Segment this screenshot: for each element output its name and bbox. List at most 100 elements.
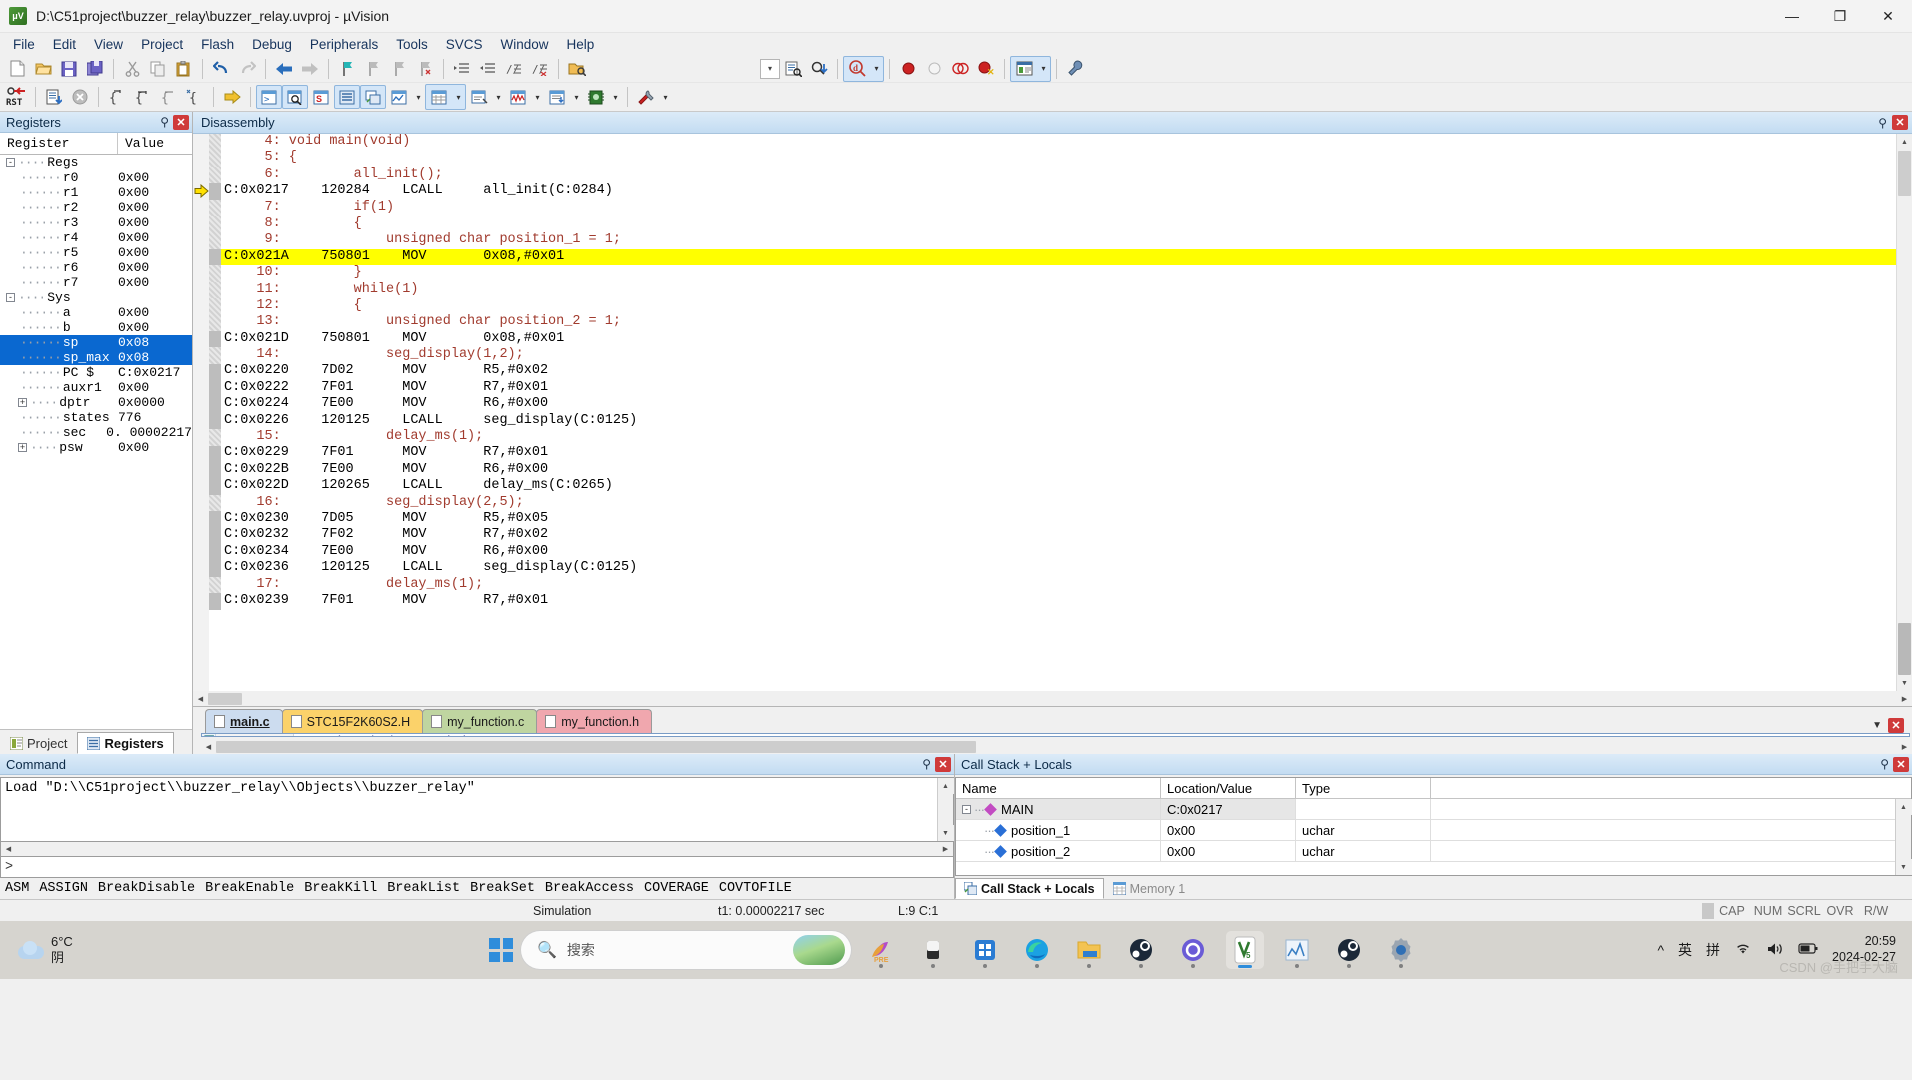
command-vscrollbar[interactable]: ▲ ▼: [937, 778, 954, 841]
column-header-value[interactable]: Value: [118, 133, 192, 154]
gutter-cell[interactable]: [209, 527, 221, 544]
step-over-icon[interactable]: { }: [130, 85, 156, 109]
source-line[interactable]: 7: if(1): [221, 200, 1896, 216]
command-output[interactable]: Load "D:\\C51project\\buzzer_relay\\Obje…: [0, 777, 954, 842]
kill-all-breakpoints-icon[interactable]: ✕: [973, 57, 999, 81]
taskbar-app-edge[interactable]: [1018, 931, 1056, 969]
watch-windows-icon[interactable]: [386, 85, 412, 109]
call-stack-location[interactable]: C:0x0217: [1161, 799, 1296, 819]
source-line[interactable]: 6: all_init();: [221, 167, 1896, 183]
expand-twisty-icon[interactable]: +: [18, 398, 27, 407]
taskbar-app-steam[interactable]: [1122, 931, 1160, 969]
incremental-find-icon[interactable]: [806, 57, 832, 81]
gutter-cell[interactable]: [209, 281, 221, 298]
scroll-right-icon[interactable]: ▶: [1897, 739, 1912, 754]
taskbar-app-file-explorer-dark[interactable]: [914, 931, 952, 969]
collapse-twisty-icon[interactable]: -: [962, 804, 971, 814]
disassembly-line[interactable]: C:0x0220 7D02 MOV R5,#0x02: [221, 363, 1896, 379]
gutter-cell[interactable]: [209, 462, 221, 479]
source-line[interactable]: 9: unsigned char position_1 = 1;: [221, 232, 1896, 248]
cmd-button-breakset[interactable]: BreakSet: [465, 881, 540, 896]
hscroll-thumb[interactable]: [208, 692, 242, 705]
call-stack-grid[interactable]: Name Location/Value Type - ··· MAIN C:0x021…: [955, 777, 1912, 876]
editor-close-icon[interactable]: ✕: [1888, 718, 1904, 733]
source-line[interactable]: 16: seg_display(2,5);: [221, 495, 1896, 511]
source-line[interactable]: 13: unsigned char position_2 = 1;: [221, 314, 1896, 330]
search-combo-icon[interactable]: ▾: [760, 58, 780, 79]
column-header-type[interactable]: Type: [1296, 778, 1431, 798]
tab-project[interactable]: Project: [0, 732, 77, 754]
system-viewer-dropdown-icon[interactable]: ▾: [609, 85, 622, 109]
cut-icon[interactable]: [119, 57, 145, 81]
tab-registers[interactable]: Registers: [77, 732, 174, 754]
cmd-button-breakkill[interactable]: BreakKill: [299, 881, 382, 896]
gutter-cell[interactable]: [209, 183, 221, 200]
bookmark-prev-icon[interactable]: [360, 57, 386, 81]
tray-expand-icon[interactable]: ^: [1657, 942, 1664, 958]
gutter-cell[interactable]: [209, 330, 221, 348]
analysis-windows-icon[interactable]: [505, 85, 531, 109]
command-input[interactable]: >: [0, 857, 954, 878]
gutter-cell[interactable]: [209, 363, 221, 380]
register-row[interactable]: ······ sec 0. 00002217: [0, 425, 192, 440]
cmd-button-breakdisable[interactable]: BreakDisable: [93, 881, 200, 896]
trace-windows-group[interactable]: ▾: [544, 85, 583, 109]
register-row[interactable]: ······ b 0x00: [0, 320, 192, 335]
editor-tab-my-function-h[interactable]: my_function.h: [536, 709, 653, 733]
disassembly-line[interactable]: C:0x0230 7D05 MOV R5,#0x05: [221, 511, 1896, 527]
source-line[interactable]: 11: while(1): [221, 282, 1896, 298]
cmd-button-asm[interactable]: ASM: [0, 881, 34, 896]
comment-icon[interactable]: //: [501, 57, 527, 81]
bookmark-next-icon[interactable]: [386, 57, 412, 81]
indent-icon[interactable]: [449, 57, 475, 81]
taskbar-app-circle[interactable]: [1174, 931, 1212, 969]
navigate-back-icon[interactable]: [271, 57, 297, 81]
editor-hscrollbar[interactable]: ◀ ▶: [201, 739, 1912, 754]
register-row[interactable]: ······ sp 0x08: [0, 335, 192, 350]
memory-windows-group[interactable]: ▾: [425, 84, 466, 110]
analysis-dropdown-icon[interactable]: ▾: [531, 85, 544, 109]
minimize-button[interactable]: —: [1768, 0, 1816, 33]
cmd-button-breakenable[interactable]: BreakEnable: [200, 881, 299, 896]
gutter-cell[interactable]: [209, 560, 221, 577]
open-project-icon[interactable]: [564, 57, 590, 81]
menu-flash[interactable]: Flash: [192, 35, 243, 54]
column-header-location[interactable]: Location/Value: [1161, 778, 1296, 798]
gutter-cell[interactable]: [209, 314, 221, 331]
gutter-cell[interactable]: [209, 429, 221, 446]
call-stack-vscrollbar[interactable]: ▲ ▼: [1895, 799, 1912, 875]
taskbar-search-box[interactable]: 🔍 搜索: [521, 931, 851, 969]
register-row[interactable]: ······ a 0x00: [0, 305, 192, 320]
tab-memory-1[interactable]: Memory 1: [1104, 878, 1195, 899]
scroll-left-icon[interactable]: ◀: [201, 739, 216, 754]
call-stack-row[interactable]: ··· position_2 0x00 uchar: [956, 841, 1911, 862]
memory-windows-icon[interactable]: [426, 85, 452, 109]
column-header-register[interactable]: Register: [0, 133, 118, 154]
system-viewer-group[interactable]: ▾: [583, 85, 622, 109]
bookmark-clear-icon[interactable]: [412, 57, 438, 81]
trace-dropdown-icon[interactable]: ▾: [570, 85, 583, 109]
run-to-cursor-icon[interactable]: { }: [182, 85, 208, 109]
register-row[interactable]: ······ r2 0x00: [0, 200, 192, 215]
editor-tab-my-function-c[interactable]: my_function.c: [422, 709, 538, 733]
menu-edit[interactable]: Edit: [44, 35, 85, 54]
registers-window-icon[interactable]: [334, 85, 360, 109]
register-row[interactable]: ······ r0 0x00: [0, 170, 192, 185]
debug-session-group[interactable]: d ▾: [843, 55, 884, 82]
source-line[interactable]: 15: delay_ms(1);: [221, 429, 1896, 445]
source-line[interactable]: 4: void main(void): [221, 134, 1896, 150]
trace-windows-icon[interactable]: [544, 85, 570, 109]
bookmark-toggle-icon[interactable]: [334, 57, 360, 81]
scroll-up-icon[interactable]: ▲: [937, 778, 954, 794]
gutter-cell[interactable]: [209, 199, 221, 216]
register-row[interactable]: ······ r6 0x00: [0, 260, 192, 275]
reset-cpu-icon[interactable]: RST: [4, 85, 30, 109]
editor-tabs-overflow-icon[interactable]: ▼: [1872, 720, 1882, 731]
register-row[interactable]: ······ r1 0x00: [0, 185, 192, 200]
volume-icon[interactable]: [1766, 942, 1784, 959]
register-row[interactable]: ······ sp_max 0x08: [0, 350, 192, 365]
insert-breakpoint-icon[interactable]: [895, 57, 921, 81]
gutter-cell[interactable]: [209, 150, 221, 167]
disassembly-line[interactable]: C:0x0217 120284 LCALL all_init(C:0284): [221, 183, 1896, 199]
gutter-cell[interactable]: [209, 216, 221, 233]
